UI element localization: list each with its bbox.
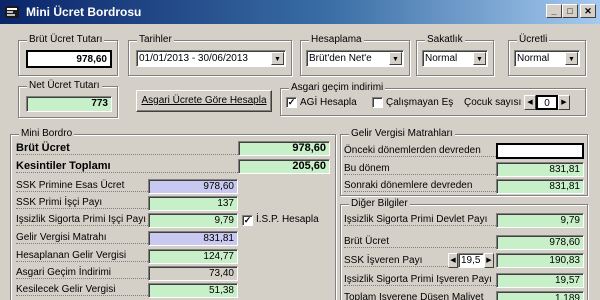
tarihler-select[interactable]: 01/01/2013 - 30/06/2013 ▼ [136, 50, 286, 67]
agi-hesapla-checkbox[interactable]: ✓ [286, 97, 297, 108]
cocuk-sayisi-label: Çocuk sayısı [464, 97, 522, 108]
ssk-rate-decrement-arrow[interactable]: ◀ [448, 253, 458, 268]
issizlik-isveren-payi-field: 19,57 [496, 273, 584, 288]
hesaplanan-gelir-vergisi-label: Hesaplanan Gelir Vergisi [16, 250, 148, 262]
calismayan-es-label: Çalışmayan Eş [386, 97, 454, 108]
kesintiler-toplami-label: Kesintiler Toplamı [16, 160, 238, 173]
ssk-isveren-rate-input[interactable]: 19,5 [458, 253, 484, 268]
chevron-down-icon[interactable]: ▼ [473, 52, 486, 65]
ucretli-select[interactable]: Normal ▼ [514, 50, 580, 67]
ucretli-group-label: Ücretli [517, 34, 550, 45]
onceki-donem-input[interactable] [496, 143, 584, 159]
diger-brut-ucret-label: Brüt Ücret [344, 236, 496, 248]
kesilecek-gelir-vergisi-field: 51,38 [148, 283, 238, 298]
gelir-vergisi-matrahi-field: 831,81 [148, 231, 238, 246]
app-icon [5, 6, 19, 18]
issizlik-devlet-payi-label: İşsizlik Sigorta Primi Devlet Payı [344, 214, 496, 226]
bu-donem-label: Bu dönem [344, 163, 496, 175]
sonraki-donem-label: Sonraki dönemlere devreden [344, 180, 496, 192]
diger-bilgiler-label: Diğer Bilgiler [349, 198, 410, 209]
ssk-isveren-payi-label: SSK İşveren Payı [344, 255, 448, 267]
agi-hesapla-label: AGİ Hesapla [300, 97, 357, 108]
hesaplama-group-label: Hesaplama [309, 34, 364, 45]
calismayan-es-checkbox[interactable] [372, 97, 383, 108]
net-ucret-group-label: Net Ücret Tutarı [27, 80, 102, 91]
asgari-ucret-hesapla-button[interactable]: Asgari Ücrete Göre Hesapla [136, 90, 272, 112]
ssk-esas-ucret-field: 978,60 [148, 179, 238, 194]
ssk-rate-increment-arrow[interactable]: ▶ [484, 253, 494, 268]
issizlik-devlet-payi-field: 9,79 [496, 213, 584, 228]
tarihler-value: 01/01/2013 - 30/06/2013 [139, 53, 248, 64]
cocuk-decrement-arrow[interactable]: ◀ [524, 95, 536, 110]
hesaplanan-gelir-vergisi-field: 124,77 [148, 249, 238, 264]
ssk-isci-payi-field: 137 [148, 196, 238, 211]
onceki-donem-label: Önceki dönemlerden devreden [344, 145, 496, 157]
issizlik-isci-payi-field: 9,79 [148, 213, 238, 228]
agi-group-label: Asgari geçim indirimi [289, 82, 386, 93]
title-bar[interactable]: Mini Ücret Bordrosu _ □ ✕ [0, 0, 600, 24]
sakatlik-value: Normal [425, 53, 458, 64]
brut-ucret-input[interactable]: 978,60 [26, 50, 112, 68]
issizlik-isveren-payi-label: İşsizlik Sigorta Primi İşveren Payı [344, 274, 496, 286]
gelir-vergisi-matrahi-label: Gelir Vergisi Matrahı [16, 232, 148, 244]
asgari-gecim-indirimi-label: Asgari Geçim İndirimi [16, 267, 148, 279]
kesilecek-gelir-vergisi-label: Kesilecek Gelir Vergisi [16, 284, 148, 296]
mini-bordro-group-label: Mini Bordro [19, 128, 75, 139]
minimize-button[interactable]: _ [546, 4, 562, 18]
cocuk-sayisi-input[interactable]: 0 [536, 95, 558, 110]
close-button[interactable]: ✕ [580, 4, 596, 18]
toplam-maliyet-label: Toplam İşverene Düşen Maliyet [344, 292, 496, 300]
cocuk-increment-arrow[interactable]: ▶ [558, 95, 570, 110]
ssk-esas-ucret-label: SSK Primine Esas Ücret [16, 180, 148, 192]
ssk-isci-payi-label: SSK Primi İşçi Payı [16, 197, 148, 209]
sakatlik-select[interactable]: Normal ▼ [422, 50, 488, 67]
chevron-down-icon[interactable]: ▼ [271, 52, 284, 65]
main-window: Mini Ücret Bordrosu _ □ ✕ Brüt Ücret Tut… [0, 0, 600, 300]
maximize-button[interactable]: □ [562, 4, 578, 18]
chevron-down-icon[interactable]: ▼ [389, 52, 402, 65]
tarihler-group-label: Tarihler [137, 34, 174, 45]
diger-brut-ucret-field: 978,60 [496, 235, 584, 250]
bu-donem-field: 831,81 [496, 162, 584, 177]
hesaplama-select[interactable]: Brüt'den Net'e ▼ [306, 50, 404, 67]
isp-hesapla-checkbox[interactable]: ✓ [242, 215, 253, 226]
kesintiler-toplami-field: 205,60 [238, 159, 330, 174]
sakatlik-group-label: Sakatlık [425, 34, 465, 45]
toplam-maliyet-field: 1.189 [496, 291, 584, 300]
asgari-gecim-indirimi-field: 73,40 [148, 266, 238, 281]
window-title: Mini Ücret Bordrosu [26, 5, 142, 19]
ucretli-value: Normal [517, 53, 550, 64]
net-ucret-field: 773 [26, 96, 112, 112]
ssk-isveren-payi-field: 190,83 [496, 253, 584, 268]
chevron-down-icon[interactable]: ▼ [565, 52, 578, 65]
gelir-vergisi-matrahlari-label: Gelir Vergisi Matrahları [349, 128, 455, 139]
issizlik-isci-payi-label: İşsizlik Sigorta Primi İşçi Payı [16, 214, 148, 226]
brut-ucret-total-label: Brüt Ücret [16, 142, 238, 155]
brut-ucret-group-label: Brüt Ücret Tutarı [27, 34, 105, 45]
isp-hesapla-label: İ.S.P. Hesapla [256, 214, 319, 225]
asgari-ucret-hesapla-label: Asgari Ücrete Göre Hesapla [141, 95, 267, 106]
sonraki-donem-field: 831,81 [496, 179, 584, 194]
brut-ucret-total-field: 978,60 [238, 141, 330, 156]
hesaplama-value: Brüt'den Net'e [309, 53, 372, 64]
